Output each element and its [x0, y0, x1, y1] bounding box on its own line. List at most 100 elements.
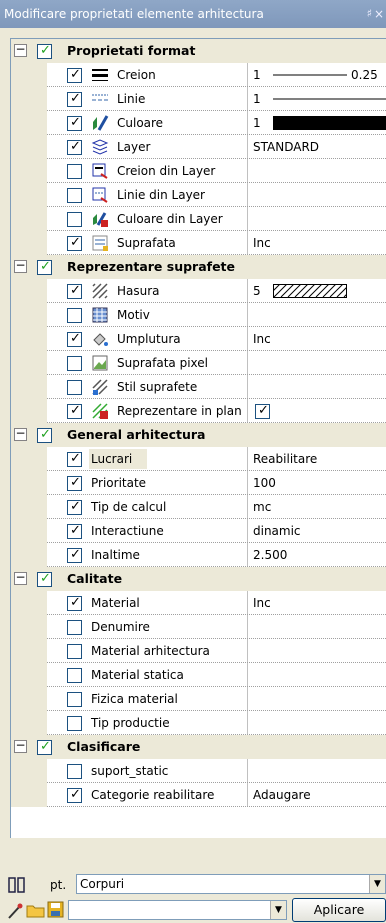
property-value[interactable]: 5 — [253, 279, 261, 303]
property-checkbox[interactable] — [67, 764, 82, 779]
property-row[interactable]: ✓ Suprafata Inc — [11, 231, 386, 255]
property-checkbox[interactable]: ✓ — [67, 787, 82, 803]
property-row[interactable]: ✓ Culoare 1 — [11, 111, 386, 135]
property-row[interactable]: ✓ Linie 1 — [11, 87, 386, 111]
section-checkbox[interactable]: ✓ — [37, 259, 52, 275]
property-value[interactable]: 100 — [253, 471, 276, 495]
value-checkbox[interactable]: ✓ — [255, 403, 270, 419]
property-checkbox[interactable]: ✓ — [67, 283, 82, 299]
property-row[interactable]: Tip productie — [11, 711, 386, 735]
property-value[interactable]: Adaugare — [253, 783, 311, 807]
property-row[interactable]: Creion din Layer — [11, 159, 386, 183]
property-value[interactable]: Inc — [253, 327, 271, 351]
chevron-down-icon[interactable]: ▼ — [369, 875, 385, 893]
section-header[interactable]: − ✓ Clasificare — [11, 735, 386, 759]
chevron-down-icon[interactable]: ▼ — [270, 901, 286, 919]
section-checkbox[interactable]: ✓ — [37, 739, 52, 755]
property-checkbox[interactable]: ✓ — [67, 523, 82, 539]
property-row[interactable]: ✓ Creion 1 0.25 — [11, 63, 386, 87]
property-checkbox[interactable]: ✓ — [67, 499, 82, 515]
property-row[interactable]: Linie din Layer — [11, 183, 386, 207]
collapse-icon[interactable]: − — [14, 739, 27, 753]
property-row[interactable]: ✓ Layer STANDARD — [11, 135, 386, 159]
property-checkbox[interactable]: ✓ — [67, 91, 82, 107]
property-value[interactable]: dinamic — [253, 519, 301, 543]
row-gutter — [11, 591, 47, 615]
section-header[interactable]: − ✓ Reprezentare suprafete — [11, 255, 386, 279]
property-checkbox[interactable] — [67, 212, 82, 227]
property-row[interactable]: ✓ Umplutura Inc — [11, 327, 386, 351]
section-checkbox[interactable]: ✓ — [37, 571, 52, 587]
property-row[interactable]: ✓ Lucrari Reabilitare — [11, 447, 386, 471]
property-checkbox[interactable] — [67, 692, 82, 707]
row-gutter — [11, 159, 47, 183]
property-row[interactable]: Denumire — [11, 615, 386, 639]
property-value[interactable]: 2.500 — [253, 543, 287, 567]
property-value[interactable]: Inc — [253, 231, 271, 255]
section-header[interactable]: − ✓ Proprietati format — [11, 39, 386, 63]
section-title: Calitate — [67, 571, 123, 586]
property-row[interactable]: Suprafata pixel — [11, 351, 386, 375]
property-row[interactable]: Stil suprafete — [11, 375, 386, 399]
property-checkbox[interactable]: ✓ — [67, 403, 82, 419]
pipette-icon[interactable] — [6, 902, 24, 920]
property-row[interactable]: ✓ Tip de calcul mc — [11, 495, 386, 519]
property-checkbox[interactable] — [67, 356, 82, 371]
property-checkbox[interactable]: ✓ — [67, 235, 82, 251]
property-row[interactable]: Material arhitectura — [11, 639, 386, 663]
property-row[interactable]: ✓ Categorie reabilitare Adaugare — [11, 783, 386, 807]
property-row[interactable]: Culoare din Layer — [11, 207, 386, 231]
property-row[interactable]: ✓ Inaltime 2.500 — [11, 543, 386, 567]
property-row[interactable]: ✓ Interactiune dinamic — [11, 519, 386, 543]
open-folder-icon[interactable] — [26, 901, 46, 919]
property-value[interactable]: STANDARD — [253, 135, 319, 159]
property-checkbox[interactable] — [67, 716, 82, 731]
color-from-layer-icon — [93, 212, 108, 227]
property-row[interactable]: Motiv — [11, 303, 386, 327]
property-value[interactable]: Reabilitare — [253, 447, 317, 471]
section-checkbox[interactable]: ✓ — [37, 427, 52, 443]
property-row[interactable]: Material statica — [11, 663, 386, 687]
section-header[interactable]: − ✓ Calitate — [11, 567, 386, 591]
property-checkbox[interactable]: ✓ — [67, 595, 82, 611]
collapse-icon[interactable]: − — [14, 571, 27, 585]
close-icon[interactable]: × — [374, 0, 384, 28]
property-checkbox[interactable]: ✓ — [67, 475, 82, 491]
apply-button[interactable]: Aplicare — [292, 898, 386, 922]
property-value[interactable]: mc — [253, 495, 271, 519]
property-row[interactable]: ✓ Material Inc — [11, 591, 386, 615]
property-row[interactable]: ✓ Prioritate 100 — [11, 471, 386, 495]
section-checkbox[interactable]: ✓ — [37, 43, 52, 59]
property-value[interactable]: 1 — [253, 111, 261, 135]
collapse-icon[interactable]: − — [14, 427, 27, 441]
property-checkbox[interactable] — [67, 164, 82, 179]
columns-icon[interactable] — [8, 876, 26, 894]
property-checkbox[interactable]: ✓ — [67, 67, 82, 83]
pin-icon[interactable]: ♯ — [367, 0, 372, 28]
property-row[interactable]: Fizica material — [11, 687, 386, 711]
property-checkbox[interactable]: ✓ — [67, 547, 82, 563]
property-checkbox[interactable] — [67, 668, 82, 683]
property-checkbox[interactable] — [67, 308, 82, 323]
section-header[interactable]: − ✓ General arhitectura — [11, 423, 386, 447]
property-value[interactable]: Inc — [253, 591, 271, 615]
scope-select[interactable]: Corpuri ▼ — [76, 874, 386, 894]
property-checkbox[interactable]: ✓ — [67, 115, 82, 131]
property-checkbox[interactable]: ✓ — [67, 139, 82, 155]
property-row[interactable]: suport_static — [11, 759, 386, 783]
collapse-icon[interactable]: − — [14, 259, 27, 273]
property-row[interactable]: ✓ Hasura 5 — [11, 279, 386, 303]
property-row[interactable]: ✓ Reprezentare in plan ✓ — [11, 399, 386, 423]
property-value[interactable]: 1 — [253, 63, 261, 87]
property-value[interactable]: 1 — [253, 87, 261, 111]
property-checkbox[interactable] — [67, 620, 82, 635]
collapse-icon[interactable]: − — [14, 43, 27, 57]
column-separator — [247, 87, 248, 111]
property-checkbox[interactable]: ✓ — [67, 331, 82, 347]
save-icon[interactable] — [47, 901, 65, 919]
property-checkbox[interactable]: ✓ — [67, 451, 82, 467]
property-checkbox[interactable] — [67, 188, 82, 203]
preset-select[interactable]: ▼ — [68, 900, 287, 920]
property-checkbox[interactable] — [67, 380, 82, 395]
property-checkbox[interactable] — [67, 644, 82, 659]
